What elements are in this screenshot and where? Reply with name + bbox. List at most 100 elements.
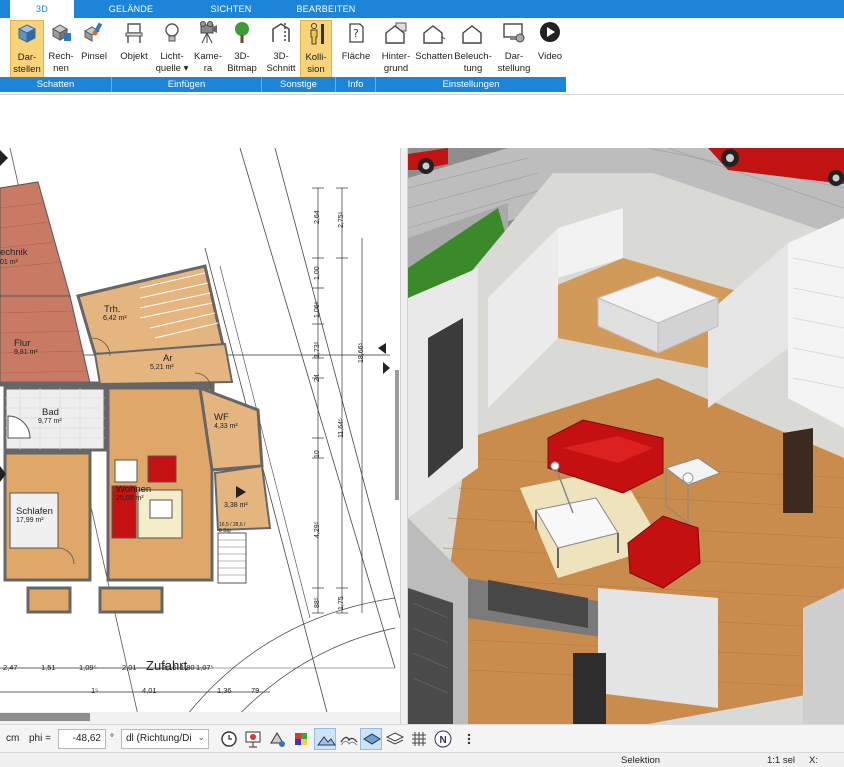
- 3d-view[interactable]: [408, 148, 844, 724]
- paint-brush-icon: [78, 21, 110, 51]
- room-area-wf: 4,33 m²: [214, 423, 238, 430]
- hintergrund-button[interactable]: Hinter- grund: [378, 20, 414, 78]
- stair-label: 16,5 / 28,6 / 8 Stg: [219, 522, 246, 534]
- flaeche-label: Fläche: [341, 51, 371, 62]
- terrain-icon[interactable]: [314, 728, 336, 750]
- room-area-bad: 9,77 m²: [38, 418, 62, 425]
- status-mode: Selektion: [621, 755, 661, 766]
- chevron-down-icon: ⌄: [197, 732, 205, 742]
- tab-sichten[interactable]: SICHTEN: [195, 0, 267, 18]
- north-icon[interactable]: N: [432, 728, 454, 750]
- kollision-label: Kolli- sion: [305, 52, 327, 75]
- cube-calc-icon: [45, 21, 77, 51]
- dimension-label: 2,01: [122, 663, 137, 672]
- grid-icon[interactable]: [408, 728, 430, 750]
- room-area-wohnen: 25,00 m²: [116, 495, 144, 502]
- darstellung-button[interactable]: Dar- stellung: [495, 20, 533, 78]
- lightbulb-icon: [153, 21, 191, 51]
- house-lighting-icon: [454, 21, 492, 51]
- pinsel-button[interactable]: Pinsel: [78, 20, 110, 78]
- direction-dropdown-value: dl (Richtung/Di: [126, 733, 192, 744]
- room-area-technik: 01 m²: [0, 259, 18, 266]
- phi-input[interactable]: -48,62: [58, 729, 106, 749]
- direction-dropdown[interactable]: dl (Richtung/Di ⌄: [121, 729, 209, 749]
- flaeche-button[interactable]: ? Fläche: [339, 20, 373, 78]
- dimension-label: 2,16: [162, 663, 177, 672]
- objekt-button[interactable]: Objekt: [116, 20, 152, 78]
- 3d-bitmap-button[interactable]: 3D- Bitmap: [225, 20, 259, 78]
- dimension-label: 1,75: [338, 596, 345, 610]
- ribbon-group-row: Schatten Einfügen Sonstige Info Einstell…: [0, 77, 566, 92]
- camera-icon: [192, 21, 224, 51]
- dimension-label: 2,47: [3, 663, 18, 672]
- layers-icon[interactable]: [360, 728, 382, 750]
- play-icon: [535, 21, 565, 51]
- color-picker-icon[interactable]: [290, 728, 312, 750]
- dimension-label: 1,06⁵: [314, 301, 321, 318]
- video-button[interactable]: Video: [535, 20, 565, 78]
- paint-icon[interactable]: [266, 728, 288, 750]
- status-x-coordinate: X:: [809, 755, 818, 766]
- more-icon[interactable]: [458, 728, 480, 750]
- floor-plan-view[interactable]: echnik 01 m² Trh. 6,42 m² Flur 9,81 m² A…: [0, 148, 400, 724]
- 3d-schnitt-button[interactable]: 3D- Schnitt: [264, 20, 298, 78]
- dimension-label: 1⁵: [91, 686, 99, 695]
- lichtquelle-label: Licht- quelle ▾: [155, 51, 189, 74]
- plan-vertical-scrollbar[interactable]: [395, 370, 399, 500]
- terrain-alt-icon[interactable]: [338, 728, 360, 750]
- house-background-icon: [378, 21, 414, 51]
- 3d-render-canvas[interactable]: [408, 148, 844, 724]
- dimension-label: 1,80: [180, 663, 195, 672]
- house-shadow-icon: [415, 21, 453, 51]
- person-collision-icon: [301, 22, 331, 52]
- status-bar: Selektion 1:1 sel X:: [0, 752, 844, 767]
- ribbon-tab-bar: 3D GELÄNDE SICHTEN BEARBEITEN: [0, 0, 844, 18]
- room-label-flur: Flur: [14, 338, 31, 349]
- darstellung-label: Dar- stellung: [497, 51, 531, 74]
- group-einfuegen: Einfügen: [112, 77, 262, 92]
- clock-icon[interactable]: [218, 728, 240, 750]
- area-help-icon: ?: [339, 21, 373, 51]
- 3d-schnitt-label: 3D- Schnitt: [266, 51, 296, 74]
- dimension-label: 1,00: [314, 266, 321, 280]
- dimension-label: 4,29⁵: [314, 521, 321, 538]
- 3d-bitmap-label: 3D- Bitmap: [227, 51, 257, 74]
- schatten-settings-label: Schatten: [415, 51, 453, 62]
- stack-icon[interactable]: [384, 728, 406, 750]
- room-area-flur: 9,81 m²: [14, 349, 38, 356]
- room-label-ar: Ar: [163, 353, 173, 364]
- room-area-trh: 6,42 m²: [103, 315, 127, 322]
- room-label-technik: echnik: [0, 247, 28, 258]
- dimension-label: 1,07⁵: [196, 663, 214, 672]
- ribbon: Dar- stellen Rech- nen Pinsel Objekt Lic…: [0, 18, 844, 95]
- lichtquelle-button[interactable]: Licht- quelle ▾: [153, 20, 191, 78]
- chair-icon: [116, 21, 152, 51]
- kamera-button[interactable]: Kame- ra: [192, 20, 224, 78]
- status-scale: 1:1 sel: [767, 755, 795, 766]
- beleuchtung-button[interactable]: Beleuch- tung: [454, 20, 492, 78]
- tab-gelaende[interactable]: GELÄNDE: [95, 0, 167, 18]
- schatten-settings-button[interactable]: Schatten: [415, 20, 453, 78]
- presentation-icon[interactable]: [242, 728, 264, 750]
- pinsel-label: Pinsel: [81, 51, 107, 62]
- svg-text:N: N: [440, 735, 447, 746]
- plan-horizontal-scrollbar-thumb[interactable]: [0, 713, 90, 721]
- room-label-trh: Trh.: [104, 304, 121, 315]
- dimension-label: 4,01: [142, 686, 157, 695]
- tab-bearbeiten[interactable]: BEARBEITEN: [290, 0, 362, 18]
- room-label-wf: WF: [214, 412, 229, 423]
- monitor-settings-icon: [495, 21, 533, 51]
- room-area-ar: 5,21 m²: [150, 364, 174, 371]
- dimension-label: 11,64⁵: [338, 418, 345, 438]
- dimension-label: 10: [314, 450, 321, 458]
- svg-text:?: ?: [353, 27, 359, 40]
- tab-3d[interactable]: 3D: [10, 0, 74, 18]
- darstellen-button[interactable]: Dar- stellen: [10, 20, 44, 78]
- rechnen-label: Rech- nen: [48, 51, 74, 74]
- phi-label: phi =: [29, 733, 51, 744]
- room-label-bad: Bad: [42, 407, 59, 418]
- rechnen-button[interactable]: Rech- nen: [45, 20, 77, 78]
- view-splitter[interactable]: [400, 148, 408, 724]
- kollision-button[interactable]: Kolli- sion: [300, 20, 332, 78]
- dimension-label: 1,51: [41, 663, 56, 672]
